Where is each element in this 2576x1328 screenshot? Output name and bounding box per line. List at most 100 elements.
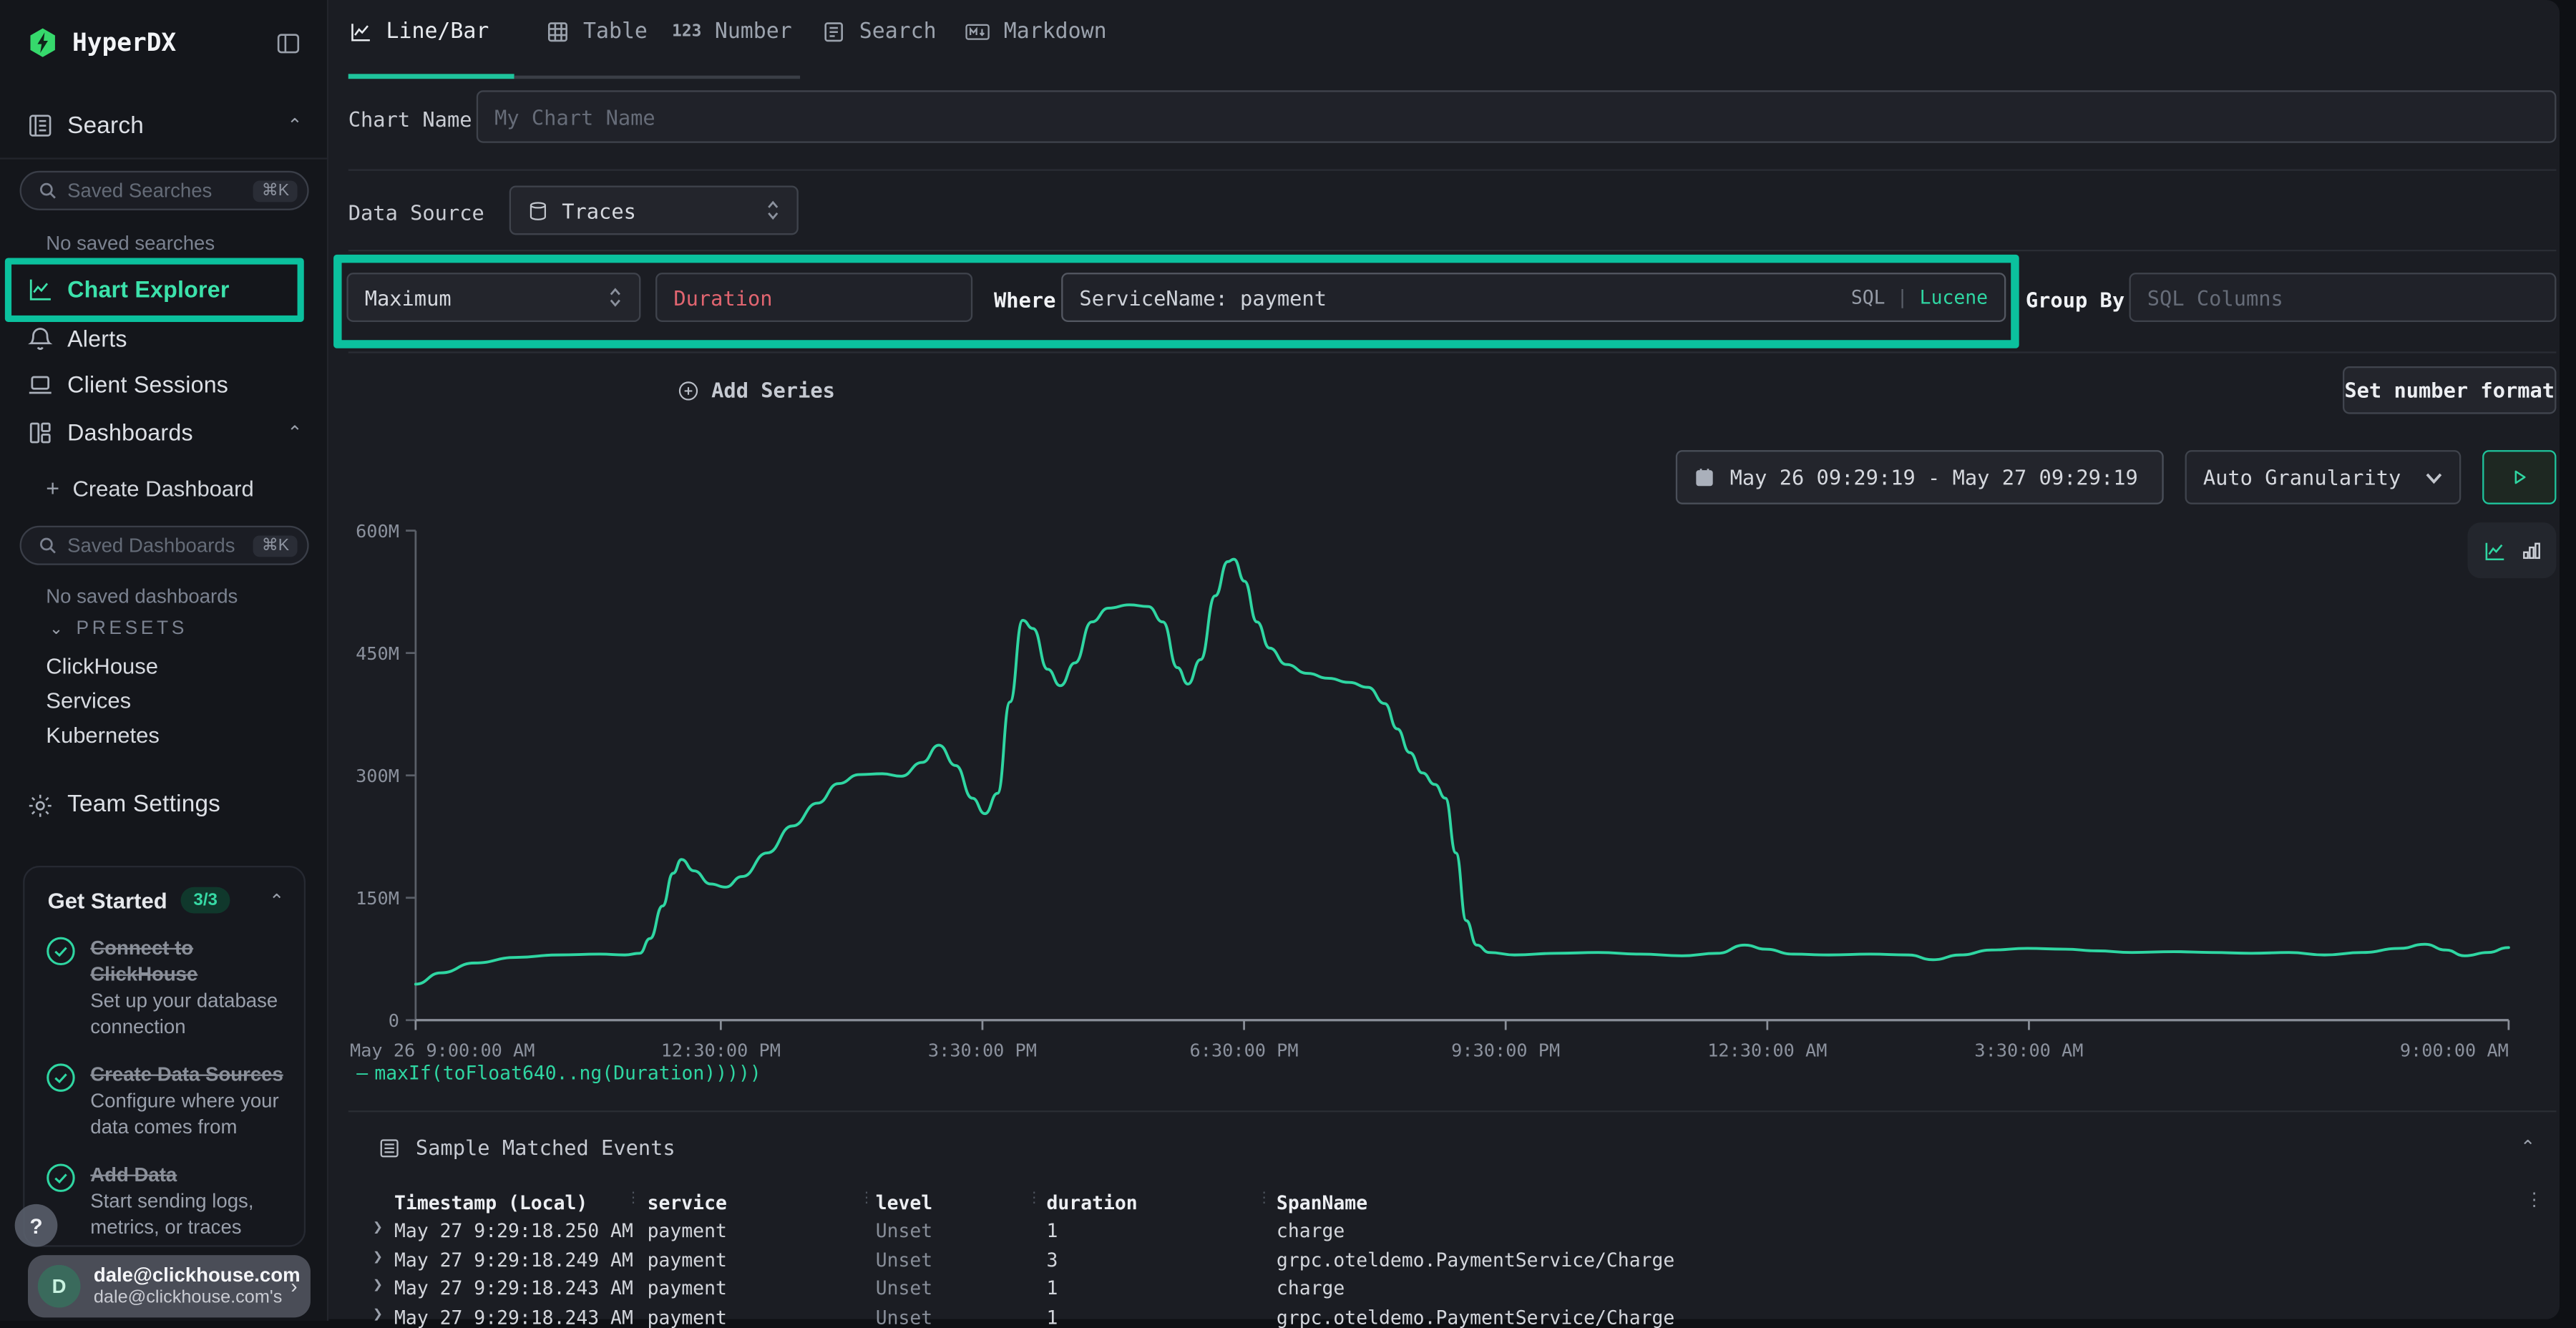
- table-cell[interactable]: charge: [1277, 1276, 1345, 1299]
- presets-toggle[interactable]: ⌄ PRESETS: [49, 620, 187, 640]
- check-circle-icon: [44, 934, 77, 1040]
- set-number-format-label: Set number format: [2344, 378, 2555, 402]
- table-cell[interactable]: Unset: [876, 1305, 932, 1328]
- column-drag-handle[interactable]: ⋮: [1027, 1189, 1042, 1207]
- table-cell[interactable]: payment: [648, 1305, 727, 1328]
- table-cell[interactable]: 1: [1047, 1276, 1058, 1299]
- expand-row-icon[interactable]: ❯: [373, 1219, 383, 1237]
- table-cell[interactable]: 1: [1047, 1219, 1058, 1242]
- help-button[interactable]: ?: [15, 1204, 58, 1247]
- table-cell[interactable]: May 27 9:29:18.243 AM: [394, 1305, 633, 1328]
- tab-label: Number: [715, 20, 792, 44]
- column-header-service[interactable]: service: [648, 1191, 727, 1214]
- granularity-value: Auto Granularity: [2203, 465, 2401, 489]
- table-cell[interactable]: payment: [648, 1276, 727, 1299]
- lucene-mode-toggle[interactable]: Lucene: [1920, 285, 1988, 308]
- tab-table[interactable]: Table: [545, 20, 648, 44]
- column-header-level[interactable]: level: [876, 1191, 932, 1214]
- svg-text:9:30:00 PM: 9:30:00 PM: [1451, 1040, 1560, 1060]
- table-cell[interactable]: 3: [1047, 1248, 1058, 1271]
- line-bar-tab-icon: [348, 20, 373, 44]
- plus-icon: +: [46, 475, 59, 502]
- tab-label: Table: [583, 20, 648, 44]
- chevron-right-icon: ›: [291, 1275, 297, 1298]
- sidebar-item-alerts[interactable]: Alerts: [26, 317, 289, 360]
- column-drag-handle[interactable]: ⋮: [859, 1189, 874, 1207]
- column-header-duration[interactable]: duration: [1047, 1191, 1138, 1214]
- column-drag-handle[interactable]: ⋮: [626, 1189, 641, 1207]
- table-cell[interactable]: grpc.oteldemo.PaymentService/Charge: [1277, 1305, 1674, 1328]
- sidebar-item-client-sessions[interactable]: Client Sessions: [26, 363, 289, 406]
- table-cell[interactable]: Unset: [876, 1219, 932, 1242]
- svg-text:0: 0: [389, 1010, 399, 1031]
- sidebar-item-chart-explorer[interactable]: Chart Explorer: [26, 268, 289, 311]
- svg-text:300M: 300M: [356, 766, 399, 786]
- tab-label: Line/Bar: [386, 20, 489, 44]
- table-tab-icon: [545, 20, 570, 44]
- get-started-item[interactable]: Create Data Sources Configure where your…: [24, 1061, 303, 1140]
- table-cell[interactable]: 1: [1047, 1305, 1058, 1328]
- events-list-icon: [378, 1136, 401, 1159]
- data-source-select[interactable]: Traces: [509, 185, 799, 235]
- svg-text:450M: 450M: [356, 643, 399, 664]
- get-started-item[interactable]: Connect to ClickHouse Set up your databa…: [24, 934, 303, 1040]
- tab-markdown[interactable]: Markdown: [965, 20, 1107, 44]
- set-number-format-button[interactable]: Set number format: [2343, 366, 2556, 414]
- granularity-select[interactable]: Auto Granularity: [2185, 450, 2462, 504]
- table-cell[interactable]: Unset: [876, 1276, 932, 1299]
- tab-number[interactable]: 123 Number: [672, 20, 792, 44]
- preset-kubernetes[interactable]: Kubernetes: [46, 723, 160, 747]
- step-title: Add Data: [90, 1163, 177, 1186]
- expand-row-icon[interactable]: ❯: [373, 1248, 383, 1266]
- date-range-picker[interactable]: May 26 09:29:19 - May 27 09:29:19: [1676, 450, 2164, 504]
- no-saved-dashboards-text: No saved dashboards: [46, 585, 238, 607]
- series-row-top-border: [348, 250, 2557, 251]
- expand-row-icon[interactable]: ❯: [373, 1305, 383, 1323]
- table-options-kebab-icon[interactable]: ⋮: [2525, 1189, 2543, 1211]
- saved-searches-input[interactable]: Saved Searches ⌘K: [20, 171, 309, 210]
- table-cell[interactable]: May 27 9:29:18.250 AM: [394, 1219, 633, 1242]
- group-by-input[interactable]: SQL Columns: [2129, 273, 2557, 322]
- metric-field-input[interactable]: Duration: [655, 273, 972, 322]
- column-header-spanname[interactable]: SpanName: [1277, 1191, 1367, 1214]
- table-cell[interactable]: grpc.oteldemo.PaymentService/Charge: [1277, 1248, 1674, 1271]
- hyperdx-app: HyperDX Search ⌃: [0, 0, 2576, 1327]
- sample-events-header[interactable]: Sample Matched Events: [378, 1135, 675, 1159]
- table-cell[interactable]: payment: [648, 1248, 727, 1271]
- step-desc: Set up your database connection: [90, 989, 278, 1038]
- sidebar-item-dashboards[interactable]: Dashboards ⌃: [26, 411, 303, 454]
- table-cell[interactable]: May 27 9:29:18.249 AM: [394, 1248, 633, 1271]
- where-input[interactable]: ServiceName: payment SQL | Lucene: [1061, 273, 2006, 322]
- get-started-item[interactable]: Add Data Start sending logs, metrics, or…: [24, 1161, 303, 1240]
- column-header-timestamp[interactable]: Timestamp (Local): [394, 1191, 587, 1214]
- create-dashboard-button[interactable]: + Create Dashboard: [46, 475, 253, 502]
- plus-circle-icon: [677, 379, 700, 401]
- timeseries-chart[interactable]: 0150M300M450M600MMay 26 9:00:00 AM12:30:…: [328, 517, 2560, 1060]
- add-series-button[interactable]: Add Series: [677, 378, 835, 402]
- table-cell[interactable]: May 27 9:29:18.243 AM: [394, 1276, 633, 1299]
- sidebar-item-team-settings[interactable]: Team Settings: [26, 783, 289, 826]
- collapse-events-icon[interactable]: ⌃: [2520, 1137, 2535, 1158]
- user-menu[interactable]: D dale@clickhouse.com dale@clickhouse.co…: [28, 1255, 311, 1317]
- chart-legend[interactable]: — maxIf(toFloat640..ng(Duration))))): [356, 1061, 761, 1084]
- tab-search[interactable]: Search: [821, 20, 937, 44]
- sidebar-item-search[interactable]: Search ⌃: [26, 112, 303, 140]
- sidebar-item-label: Alerts: [67, 326, 127, 352]
- sql-mode-toggle[interactable]: SQL: [1851, 285, 1885, 308]
- preset-clickhouse[interactable]: ClickHouse: [46, 654, 158, 678]
- collapse-sidebar-icon[interactable]: [274, 29, 302, 57]
- aggregation-select[interactable]: Maximum: [346, 273, 640, 322]
- table-cell[interactable]: charge: [1277, 1219, 1345, 1242]
- chevron-up-icon[interactable]: ⌃: [269, 889, 284, 911]
- table-cell[interactable]: Unset: [876, 1248, 932, 1271]
- chart-name-input[interactable]: My Chart Name: [477, 90, 2557, 142]
- run-query-button[interactable]: [2482, 450, 2556, 504]
- preset-services[interactable]: Services: [46, 688, 131, 713]
- tab-line-bar[interactable]: Line/Bar: [348, 20, 489, 44]
- table-cell[interactable]: payment: [648, 1219, 727, 1242]
- expand-row-icon[interactable]: ❯: [373, 1276, 383, 1294]
- select-chevrons-icon: [766, 199, 781, 222]
- saved-dashboards-input[interactable]: Saved Dashboards ⌘K: [20, 526, 309, 565]
- column-drag-handle[interactable]: ⋮: [1257, 1189, 1272, 1207]
- sidebar-divider: [0, 157, 328, 159]
